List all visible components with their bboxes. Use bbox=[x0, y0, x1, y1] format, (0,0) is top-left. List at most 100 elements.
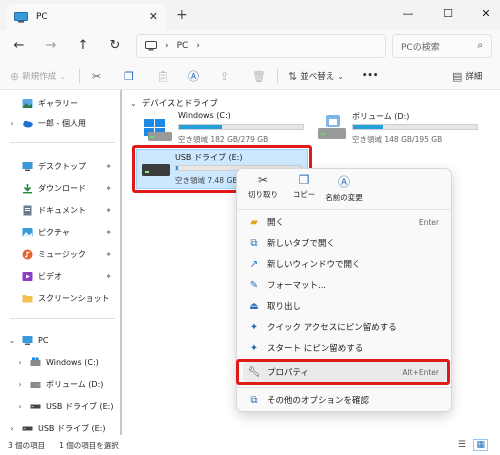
drive-usage-fill bbox=[179, 125, 223, 129]
menu-divider bbox=[237, 387, 451, 388]
maximize-button[interactable]: ☐ bbox=[438, 4, 458, 24]
cloud-icon bbox=[23, 120, 33, 127]
pin-icon[interactable]: ✦ bbox=[105, 250, 112, 259]
highlight-box-properties bbox=[236, 359, 450, 385]
chevron-right-icon[interactable]: › bbox=[14, 380, 26, 389]
chevron-right-icon[interactable]: › bbox=[6, 119, 18, 128]
delete-button[interactable]: 🗑︎ bbox=[252, 68, 269, 84]
menu-item-format[interactable]: ✎ フォーマット... bbox=[243, 275, 447, 295]
breadcrumb-chevron-icon[interactable]: › bbox=[196, 41, 200, 51]
details-button[interactable]: ▤ 詳細 bbox=[452, 68, 482, 84]
pin-icon[interactable]: ✦ bbox=[105, 184, 112, 193]
paste-button[interactable]: 📋︎ bbox=[156, 68, 173, 84]
chevron-down-icon[interactable]: ⌄ bbox=[130, 99, 137, 108]
drive-icon bbox=[30, 381, 41, 388]
new-label: 新規作成 bbox=[22, 72, 57, 82]
sidebar-divider bbox=[10, 318, 115, 319]
tab-pc[interactable]: PC ✕ bbox=[6, 4, 166, 30]
drive-usage-bar bbox=[352, 124, 478, 130]
pin-icon: ✦ bbox=[249, 321, 259, 333]
menu-item-eject[interactable]: ⏏ 取り出し bbox=[243, 296, 447, 316]
sidebar-item-volume-d[interactable]: › ボリューム (D:) bbox=[14, 374, 126, 394]
pin-icon: ✦ bbox=[249, 342, 259, 354]
tiles-view-icon[interactable]: ▦ bbox=[473, 439, 488, 451]
breadcrumb-separator: › bbox=[165, 41, 169, 51]
download-icon bbox=[23, 183, 32, 193]
folder-open-icon: ▰ bbox=[250, 216, 258, 228]
copy-icon: ❐ bbox=[298, 173, 310, 187]
pin-icon[interactable]: ✦ bbox=[105, 162, 112, 171]
new-button[interactable]: ⊕ 新規作成 ⌄ bbox=[10, 68, 69, 84]
cut-action[interactable]: ✂ 切り取り bbox=[245, 173, 281, 207]
pin-icon[interactable]: ✦ bbox=[105, 228, 112, 237]
copy-icon: ❐ bbox=[124, 69, 134, 83]
new-tab-button[interactable]: + bbox=[176, 7, 188, 23]
copy-action[interactable]: ❐ コピー bbox=[289, 173, 319, 207]
menu-item-pin-start[interactable]: ✦ スタート にピン留めする bbox=[243, 338, 447, 358]
close-tab-icon[interactable]: ✕ bbox=[149, 10, 158, 23]
chevron-right-icon[interactable]: › bbox=[6, 424, 18, 433]
forward-button[interactable]: → bbox=[42, 37, 60, 55]
sidebar-item-videos[interactable]: ビデオ ✦ bbox=[6, 266, 118, 286]
more-button[interactable]: ••• bbox=[362, 68, 378, 84]
trash-icon: 🗑︎ bbox=[252, 69, 266, 83]
address-bar[interactable]: › PC › bbox=[136, 34, 386, 58]
minimize-button[interactable]: — bbox=[398, 4, 418, 24]
drive-windows-c[interactable]: Windows (C:) 空き領域 182 GB/279 GB bbox=[138, 109, 308, 149]
rename-icon: Ⓐ bbox=[188, 70, 199, 83]
pin-icon[interactable]: ✦ bbox=[105, 272, 112, 281]
menu-divider bbox=[237, 209, 451, 210]
rename-action[interactable]: Ⓐ 名前の変更 bbox=[321, 173, 367, 207]
sort-button[interactable]: ⇅ 並べ替え ⌄ bbox=[288, 68, 347, 84]
sidebar-item-downloads[interactable]: ダウンロード ✦ bbox=[6, 178, 118, 198]
sidebar-item-gallery[interactable]: ギャラリー bbox=[6, 93, 118, 113]
sidebar-item-windows-c[interactable]: › Windows (C:) bbox=[14, 352, 126, 372]
share-button[interactable]: ⇪ bbox=[220, 68, 232, 84]
sidebar-item-desktop[interactable]: デスクトップ ✦ bbox=[6, 156, 118, 176]
menu-item-open-new-window[interactable]: ↗ 新しいウィンドウで開く bbox=[243, 254, 447, 274]
usb-drive-icon bbox=[30, 404, 41, 408]
pin-icon[interactable]: ✦ bbox=[105, 206, 112, 215]
chevron-down-icon: ⌄ bbox=[337, 71, 344, 81]
sidebar-item-screenshots[interactable]: スクリーンショット bbox=[6, 288, 118, 308]
sort-icon: ⇅ bbox=[288, 69, 298, 83]
chevron-right-icon[interactable]: › bbox=[14, 358, 26, 367]
breadcrumb-pc[interactable]: PC bbox=[177, 41, 189, 51]
back-button[interactable]: ← bbox=[10, 37, 28, 55]
chevron-down-icon: ⌄ bbox=[59, 71, 66, 81]
menu-item-open-new-tab[interactable]: ⧉ 新しいタブで開く bbox=[243, 233, 447, 253]
sidebar-item-pictures[interactable]: ピクチャ ✦ bbox=[6, 222, 118, 242]
search-input[interactable]: PCの検索 ⌕ bbox=[392, 34, 492, 58]
menu-item-pin-quick-access[interactable]: ✦ クイック アクセスにピン留めする bbox=[243, 317, 447, 337]
sidebar-item-usb-e[interactable]: › USB ドライブ (E:) bbox=[14, 396, 126, 416]
context-menu-quick-actions: ✂ 切り取り ❐ コピー Ⓐ 名前の変更 bbox=[237, 169, 451, 209]
details-label: 詳細 bbox=[465, 72, 483, 82]
rename-icon: Ⓐ bbox=[337, 175, 350, 189]
menu-item-open[interactable]: ▰ 開く Enter bbox=[243, 212, 447, 232]
drive-usage-fill bbox=[353, 125, 383, 129]
new-tab-icon: ⧉ bbox=[250, 237, 258, 249]
chevron-right-icon[interactable]: › bbox=[14, 402, 26, 411]
sort-label: 並べ替え bbox=[300, 72, 335, 82]
drive-volume-d[interactable]: ボリューム (D:) 空き領域 148 GB/195 GB bbox=[312, 109, 482, 149]
drive-free-space: 空き領域 148 GB/195 GB bbox=[352, 135, 443, 144]
chevron-down-icon[interactable]: ⌄ bbox=[6, 336, 18, 345]
sidebar-divider bbox=[10, 142, 115, 143]
sidebar-item-onedrive[interactable]: › 一郎 - 個人用 bbox=[6, 113, 118, 133]
sidebar-item-documents[interactable]: ドキュメント ✦ bbox=[6, 200, 118, 220]
list-view-icon[interactable]: ☰ bbox=[458, 440, 466, 450]
plus-circle-icon: ⊕ bbox=[10, 69, 20, 83]
command-bar bbox=[0, 62, 500, 90]
cut-button[interactable]: ✂ bbox=[92, 68, 104, 84]
rename-button[interactable]: Ⓐ bbox=[188, 68, 202, 84]
sidebar-item-pc[interactable]: ⌄ PC bbox=[6, 330, 118, 350]
refresh-button[interactable]: ↻ bbox=[106, 37, 124, 55]
folder-icon bbox=[22, 294, 33, 302]
close-window-button[interactable]: ✕ bbox=[476, 4, 496, 24]
menu-item-more-options[interactable]: ⧉ その他のオプションを確認 bbox=[243, 390, 447, 410]
up-button[interactable]: ↑ bbox=[74, 37, 92, 55]
copy-button[interactable]: ❐ bbox=[124, 68, 137, 84]
new-window-icon: ↗ bbox=[249, 258, 259, 270]
sidebar-item-music[interactable]: ミュージック ✦ bbox=[6, 244, 118, 264]
section-header-devices[interactable]: ⌄ デバイスとドライブ bbox=[130, 97, 218, 110]
